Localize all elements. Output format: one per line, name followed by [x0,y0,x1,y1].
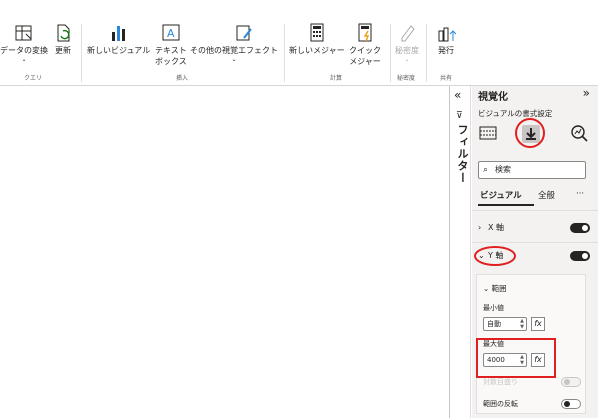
active-tab-underline [478,204,534,206]
visualizations-pane: 視覚化 » ビジュアルの書式設定 ⌕ 検索 ビジュアル 全般 ··· › X 軸… [472,86,598,418]
x-axis-toggle[interactable] [570,223,590,233]
tab-visual[interactable]: ビジュアル [480,189,522,201]
text-box-button[interactable]: A テキスト ボックス [155,22,187,67]
new-visual-button[interactable]: 新しいビジュアル [87,22,150,56]
ribbon-divider [390,24,391,82]
ribbon-divider [81,24,82,82]
chevron-right-icon: › [478,223,482,232]
search-input[interactable]: ⌕ 検索 [478,161,586,179]
pane-mode-icons [478,118,594,148]
search-placeholder: 検索 [495,165,511,174]
calculator-icon [310,23,324,42]
log-scale-row: 対数目盛り [483,377,583,387]
invert-range-label: 範囲の反転 [483,400,518,408]
group-label-share: 共有 [440,75,453,82]
annotation-box [476,338,556,378]
min-value: 自動 [487,320,501,328]
invert-range-row: 範囲の反転 [483,399,583,409]
build-visual-icon[interactable] [478,122,498,144]
transform-data-label: データの変換 [0,46,48,55]
new-measure-label: 新しいメジャー [289,46,345,55]
app-window: データの変換 ⌄ 更新 クエリ 新しいビジュアル A テキスト ボックス その他… [0,0,598,418]
transform-data-button[interactable]: データの変換 ⌄ [0,22,48,63]
group-label-insert: 挿入 [176,75,189,82]
collapse-icon[interactable]: « [454,88,461,102]
range-header[interactable]: ⌄ 範囲 [483,283,507,294]
chevron-down-icon: ⌄ [231,56,237,63]
new-visual-label: 新しいビジュアル [87,46,151,55]
text-box-label: テキスト [155,46,187,55]
chevron-down-icon: ⌄ [483,284,492,293]
y-axis-toggle[interactable] [570,251,590,261]
x-axis-label: X 軸 [488,223,505,232]
analytics-icon[interactable] [569,122,589,144]
expand-icon[interactable]: » [583,86,590,100]
sensitivity-icon [401,25,415,42]
publish-icon [438,27,456,42]
log-scale-toggle[interactable] [561,377,581,387]
annotation-circle [515,118,545,148]
quick-measure-button[interactable]: クイック メジャー [349,22,381,67]
quick-measure-label-2: メジャー [349,57,381,66]
new-measure-button[interactable]: 新しいメジャー [289,22,345,56]
x-axis-section[interactable]: › X 軸 [478,220,590,236]
min-fx-button[interactable]: fx [531,317,545,331]
range-label: 範囲 [491,284,507,293]
refresh-icon [57,24,70,42]
publish-button[interactable]: 発行 [436,22,456,56]
ribbon-divider [284,24,285,82]
search-icon: ⌕ [483,165,489,175]
filter-icon: ⊽ [456,111,463,121]
annotation-ellipse [474,246,516,266]
quick-measure-icon [358,23,372,42]
invert-range-toggle[interactable] [561,399,581,409]
chevron-down-icon: ⌄ [404,56,410,63]
more-visuals-label: その他の視覚エフェクト [190,46,278,55]
text-box-label-2: ボックス [155,57,187,66]
format-visual-subtitle: ビジュアルの書式設定 [478,109,553,118]
refresh-button[interactable]: 更新 [53,22,73,56]
ribbon-divider [426,24,427,82]
tab-general[interactable]: 全般 [538,189,555,201]
text-box-icon: A [162,24,180,41]
divider [472,242,598,243]
more-visuals-icon [236,25,252,41]
refresh-label: 更新 [55,46,71,55]
chevron-down-icon: ⌄ [21,56,27,63]
bar-chart-icon [111,26,125,41]
more-options-icon[interactable]: ··· [576,189,584,199]
sensitivity-button[interactable]: 秘密度 ⌄ [395,22,419,63]
filters-label: フィルター [456,124,469,184]
group-label-calculation: 計算 [330,75,343,82]
sensitivity-label: 秘密度 [395,46,419,55]
filters-collapsed-strip[interactable]: « ⊽ フィルター [449,86,471,418]
divider [472,210,598,211]
quick-measure-label: クイック [349,46,381,55]
format-tabs: ビジュアル 全般 ··· [478,189,594,206]
group-label-sensitivity: 秘密度 [397,75,416,82]
svg-text:A: A [167,27,175,40]
pane-title: 視覚化 [478,92,508,103]
group-label-query: クエリ [24,75,43,82]
table-transform-icon [15,25,32,41]
publish-label: 発行 [438,46,454,55]
min-value-field[interactable]: 自動 ▲ ▼ [483,317,527,331]
min-label: 最小値 [483,304,504,312]
spinner-icon[interactable]: ▲ ▼ [520,318,524,330]
more-visuals-button[interactable]: その他の視覚エフェクト ⌄ [190,22,278,63]
log-scale-label: 対数目盛り [483,378,518,386]
ribbon: データの変換 ⌄ 更新 クエリ 新しいビジュアル A テキスト ボックス その他… [0,0,598,86]
